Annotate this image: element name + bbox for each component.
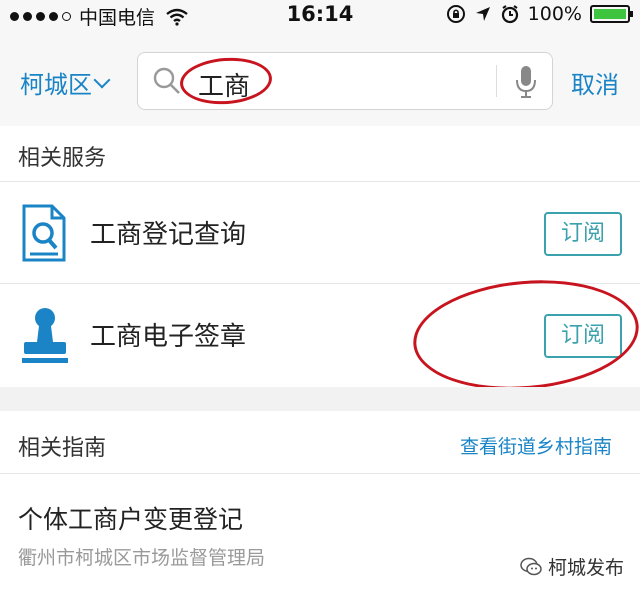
section-title-services: 相关服务 <box>18 146 107 171</box>
search-icon <box>153 67 180 94</box>
search-header: 柯城区 工商 取消 <box>0 30 640 126</box>
status-right: 100% <box>446 3 633 25</box>
watermark-text: 柯城发布 <box>548 557 625 579</box>
watermark: 柯城发布 <box>520 553 624 580</box>
divider <box>0 473 640 474</box>
chevron-down-icon <box>93 71 111 88</box>
service-label: 工商登记查询 <box>90 220 247 250</box>
microphone-icon[interactable] <box>515 65 537 99</box>
section-gap <box>0 387 640 411</box>
location-arrow-icon <box>475 7 490 21</box>
city-selector[interactable]: 柯城区 <box>20 65 111 100</box>
battery-percent: 100% <box>527 3 582 25</box>
wechat-icon <box>520 557 542 575</box>
alarm-icon <box>501 5 518 24</box>
view-village-guides-link[interactable]: 查看街道乡村指南 <box>460 432 612 459</box>
search-divider <box>496 65 497 97</box>
document-search-icon <box>22 204 66 262</box>
city-label: 柯城区 <box>20 71 92 99</box>
service-label: 工商电子签章 <box>90 322 247 352</box>
subscribe-button[interactable]: 订阅 <box>544 212 622 256</box>
status-bar: 中国电信 16:14 100% <box>0 0 640 30</box>
guide-title: 个体工商户变更登记 <box>18 505 244 534</box>
stamp-icon <box>22 308 68 363</box>
battery-icon <box>590 5 633 23</box>
section-title-guides: 相关指南 <box>18 436 107 461</box>
guide-subtitle: 衢州市柯城区市场监督管理局 <box>18 547 266 569</box>
cancel-button[interactable]: 取消 <box>571 65 619 100</box>
rotation-lock-icon <box>446 5 465 23</box>
service-item-registration-query[interactable]: 工商登记查询 订阅 <box>0 182 640 282</box>
